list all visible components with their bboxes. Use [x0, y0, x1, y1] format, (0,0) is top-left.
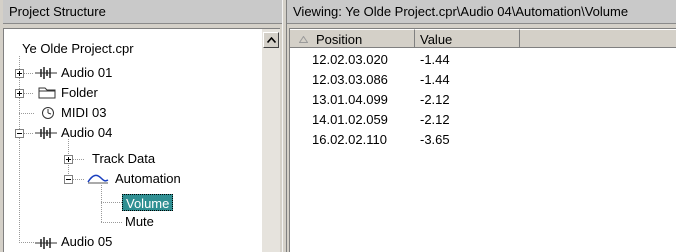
tree-item-audio-05[interactable]: Audio 05: [61, 232, 112, 252]
tree-item-automation[interactable]: Automation: [115, 169, 181, 189]
tree-item-label: Ye Olde Project.cpr: [22, 41, 134, 56]
table-cell-position[interactable]: 13.01.04.099: [312, 90, 388, 109]
collapse-minus-icon[interactable]: [15, 129, 24, 138]
tree-item-audio-01[interactable]: Audio 01: [61, 63, 112, 83]
viewing-path-title: Viewing: Ye Olde Project.cpr\Audio 04\Au…: [287, 0, 676, 24]
table-cell-value[interactable]: -2.12: [420, 90, 450, 109]
tree-item-midi-03[interactable]: MIDI 03: [61, 103, 107, 123]
table-cell-value[interactable]: -3.65: [420, 130, 450, 149]
arrow-up-icon: [267, 37, 276, 43]
expand-plus-icon[interactable]: [64, 155, 73, 164]
column-header-empty: [520, 29, 676, 48]
tree-item-volume[interactable]: Volume: [122, 194, 174, 211]
tree-item-audio-04[interactable]: Audio 04: [61, 123, 112, 143]
table-cell-position[interactable]: 16.02.02.110: [312, 130, 387, 149]
audio-waveform-icon: [35, 67, 57, 79]
audio-waveform-icon: [35, 237, 57, 249]
tree-item-track-data[interactable]: Track Data: [92, 149, 155, 169]
tree-item-folder[interactable]: Folder: [61, 83, 98, 103]
table-cell-position[interactable]: 12.02.03.020: [312, 50, 388, 69]
table-cell-value[interactable]: -1.44: [420, 50, 450, 69]
project-tree[interactable]: Ye Olde Project.cpr Audio 01 Folder MIDI…: [3, 28, 262, 252]
expand-plus-icon[interactable]: [15, 69, 24, 78]
table-cell-value[interactable]: -1.44: [420, 70, 450, 89]
sort-ascending-icon: [299, 36, 308, 43]
automation-curve-icon: [87, 174, 109, 184]
folder-icon: [38, 87, 56, 99]
tree-item-root[interactable]: Ye Olde Project.cpr: [22, 39, 134, 59]
automation-events-table[interactable]: Position Value 12.02.03.020 -1.44 12.03.…: [289, 28, 676, 252]
collapse-minus-icon[interactable]: [64, 175, 73, 184]
expand-plus-icon[interactable]: [15, 89, 24, 98]
table-cell-position[interactable]: 12.03.03.086: [312, 70, 388, 89]
column-header-value[interactable]: Value: [415, 29, 520, 48]
tree-vertical-scrollbar[interactable]: [262, 28, 280, 252]
tree-item-mute[interactable]: Mute: [125, 212, 154, 232]
table-cell-position[interactable]: 14.01.02.059: [312, 110, 388, 129]
viewing-panel: Viewing: Ye Olde Project.cpr\Audio 04\Au…: [287, 0, 676, 252]
table-cell-value[interactable]: -2.12: [420, 110, 450, 129]
scroll-up-button[interactable]: [263, 32, 279, 48]
project-structure-panel: Project Structure Ye Olde Project.cpr Au…: [0, 0, 282, 252]
midi-clock-icon: [42, 107, 54, 119]
project-structure-title: Project Structure: [3, 0, 282, 24]
audio-waveform-icon: [35, 127, 57, 139]
column-header-position[interactable]: Position: [290, 29, 415, 48]
